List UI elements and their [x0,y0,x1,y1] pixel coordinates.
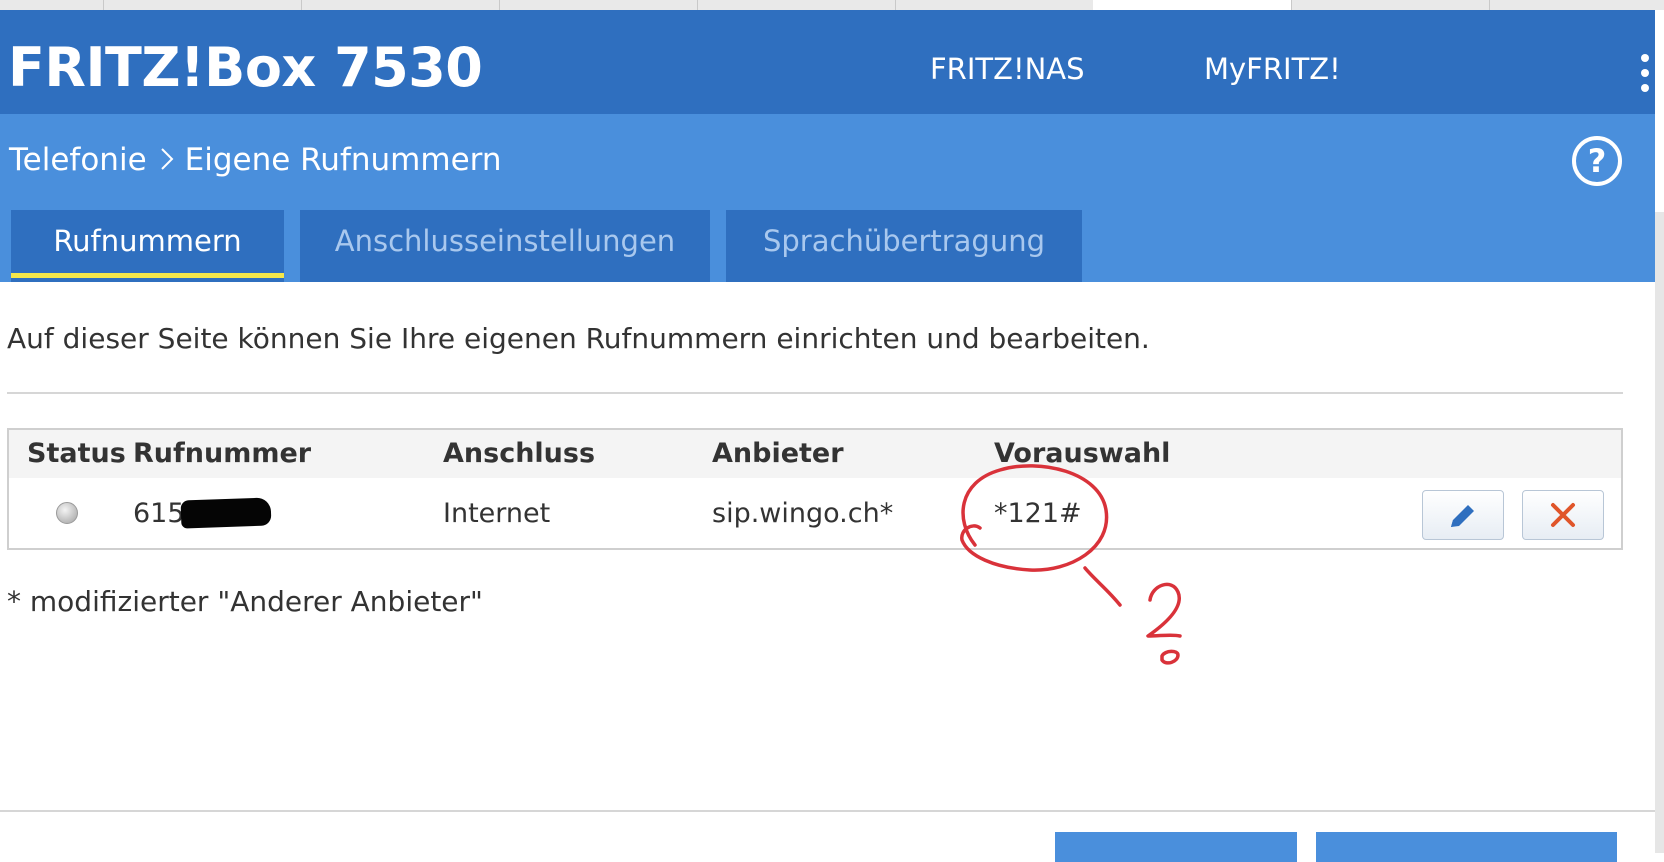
edit-button[interactable] [1422,490,1504,540]
nav-link-myfritz[interactable]: MyFRITZ! [1204,52,1341,86]
browser-tab[interactable] [301,0,500,10]
nav-link-fritznas[interactable]: FRITZ!NAS [930,52,1085,86]
column-header-status: Status [27,438,126,469]
pencil-icon [1451,505,1474,527]
table-header: Status Rufnummer Anschluss Anbieter Vora… [9,430,1621,478]
column-header-anbieter: Anbieter [712,438,844,469]
browser-tab[interactable] [1489,0,1664,10]
tab-rufnummern[interactable]: Rufnummern [11,210,284,282]
divider [0,810,1655,812]
cell-rufnummer: 615 [133,496,272,529]
divider [7,392,1623,394]
close-icon [1551,503,1575,527]
browser-tab[interactable] [1291,0,1490,10]
browser-tab[interactable] [103,0,302,10]
breadcrumb-parent[interactable]: Telefonie [9,142,147,178]
browser-tab-active[interactable] [1093,0,1291,10]
column-header-rufnummer: Rufnummer [133,438,312,469]
annotation-digit [1146,582,1182,638]
brand-title: FRITZ!Box 7530 [8,36,483,99]
bottom-action-button[interactable] [1055,832,1297,862]
column-header-anschluss: Anschluss [443,438,596,469]
redaction-scribble [180,496,272,529]
intro-text: Auf dieser Seite können Sie Ihre eigenen… [7,322,1150,355]
numbers-table: Status Rufnummer Anschluss Anbieter Vora… [7,428,1623,550]
chevron-right-icon [160,147,174,170]
browser-tab-strip [0,0,1664,10]
browser-tab[interactable] [895,0,1094,10]
annotation-dot [1160,649,1180,665]
cell-vorauswahl: *121# [994,498,1082,529]
breadcrumb-current: Eigene Rufnummern [184,142,502,178]
breadcrumb: Telefonie Eigene Rufnummern [9,142,501,178]
tab-sprachuebertragung[interactable]: Sprachübertragung [726,210,1082,282]
rufnummer-prefix: 615 [133,498,185,529]
footnote: * modifizierter "Anderer Anbieter" [7,585,483,618]
help-circle-icon[interactable]: ? [1572,136,1622,186]
tab-anschlusseinstellungen[interactable]: Anschlusseinstellungen [300,210,710,282]
kebab-menu-icon[interactable] [1638,54,1652,94]
browser-tab[interactable] [499,0,698,10]
delete-button[interactable] [1522,490,1604,540]
bottom-action-button[interactable] [1316,832,1617,862]
annotation-stroke [1083,566,1122,607]
sub-header: Telefonie Eigene Rufnummern ? Rufnummern … [0,114,1655,282]
cell-anbieter: sip.wingo.ch* [712,498,894,529]
cell-anschluss: Internet [443,498,551,529]
vertical-scrollbar[interactable] [1655,212,1664,853]
app-header: FRITZ!Box 7530 FRITZ!NAS MyFRITZ! [0,10,1655,114]
status-led-icon [56,502,78,524]
column-header-vorauswahl: Vorauswahl [994,438,1171,469]
browser-tab[interactable] [697,0,896,10]
